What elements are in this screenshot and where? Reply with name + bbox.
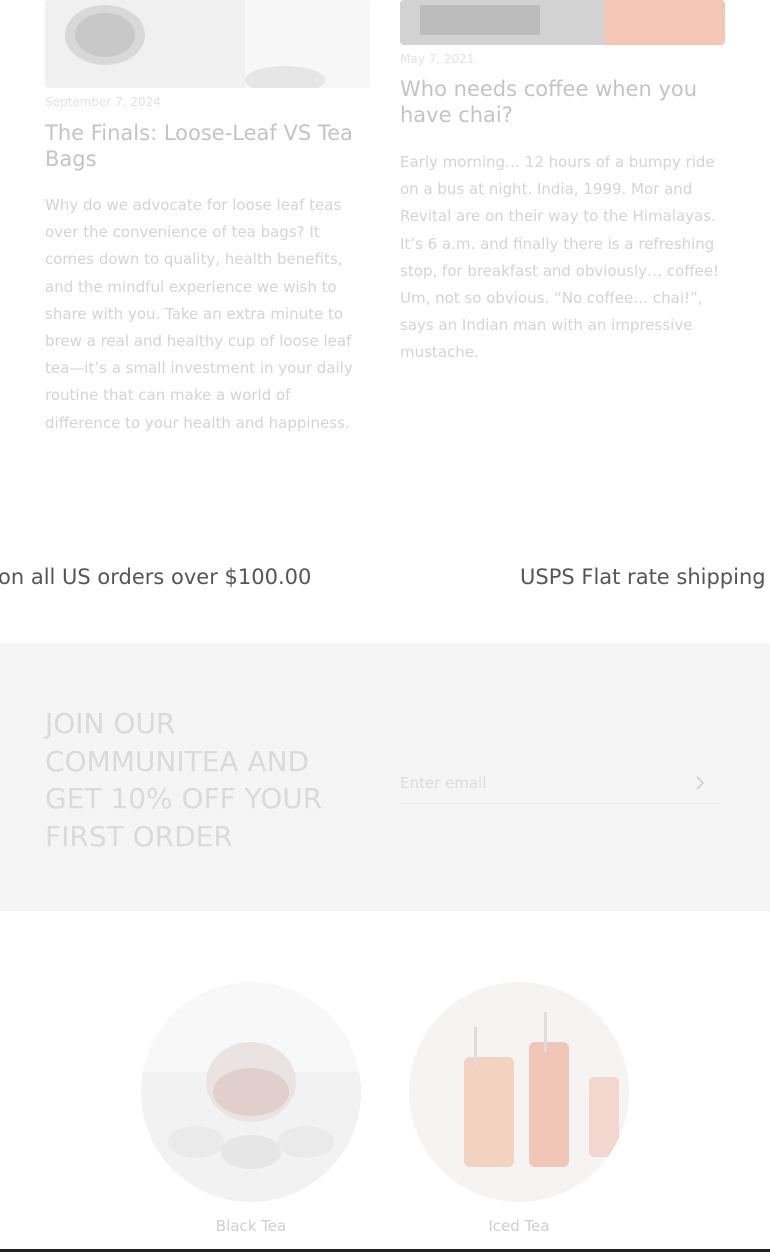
collection-black-tea-image[interactable] [141,982,361,1202]
post-title[interactable]: The Finals: Loose-Leaf VS Tea Bags [45,120,370,172]
post-excerpt: Early morning… 12 hours of a bumpy ride … [400,153,719,362]
collection-iced-tea-image[interactable] [409,982,629,1202]
email-field-wrapper [400,763,720,804]
post-date: May 7, 2021 [400,52,475,66]
newsletter-section: JOIN OUR COMMUNITEA AND GET 10% OFF YOUR… [0,643,770,911]
email-field[interactable] [400,763,680,803]
collection-label[interactable]: Iced Tea [409,1217,629,1235]
post-excerpt: Why do we advocate for loose leaf teas o… [45,196,353,432]
post-title[interactable]: Who needs coffee when you have chai? [400,76,725,128]
shipping-marquee-right: USPS Flat rate shipping [520,565,766,589]
chevron-right-icon [696,776,705,790]
collection-label[interactable]: Black Tea [141,1217,361,1235]
post-date: September 7, 2024 [45,95,161,109]
subscribe-button[interactable] [688,771,712,795]
shipping-marquee-left: on all US orders over $100.00 [0,565,312,589]
post-image-loose-leaf[interactable] [45,0,370,88]
post-image-chai[interactable] [400,0,725,45]
newsletter-heading: JOIN OUR COMMUNITEA AND GET 10% OFF YOUR… [45,707,323,853]
